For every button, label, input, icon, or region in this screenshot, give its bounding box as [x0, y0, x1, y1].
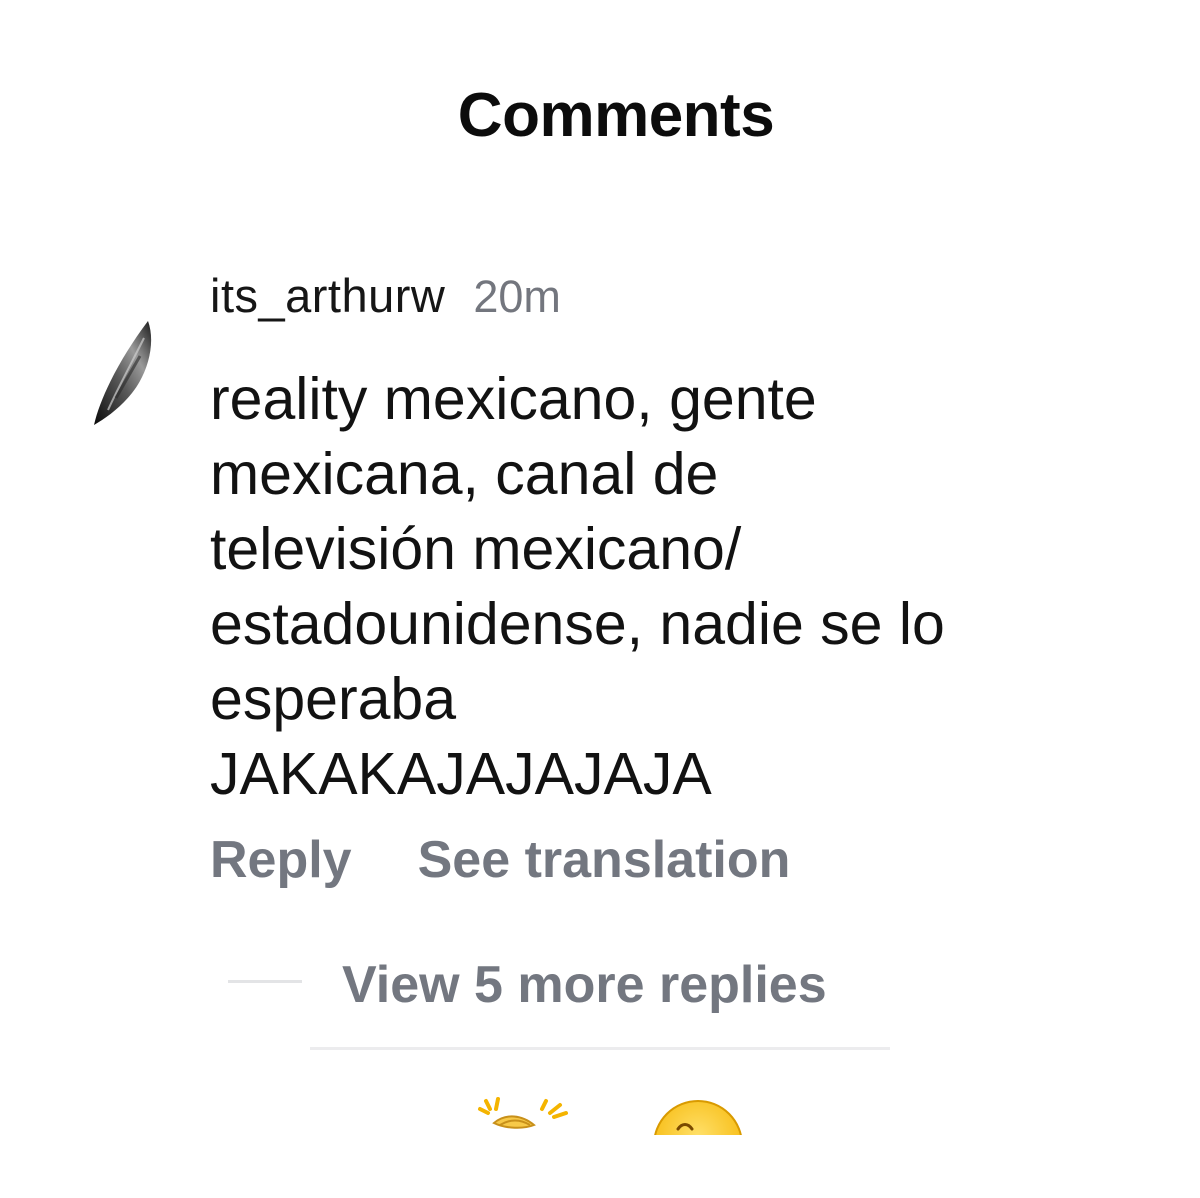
comment-text: reality mexicano, gente mexicana, canal …: [210, 366, 945, 807]
comment-timestamp: 20m: [473, 271, 561, 322]
replies-line-icon: [228, 979, 302, 983]
smiley-face-icon[interactable]: [650, 1095, 746, 1135]
comment-username[interactable]: its_arthurw: [210, 269, 445, 322]
comment-meta: its_arthurw 20m: [210, 268, 561, 323]
clapping-hands-icon[interactable]: [476, 1095, 572, 1135]
comment-actions: Reply See translation: [210, 830, 790, 890]
divider: [310, 1047, 890, 1050]
see-translation-button[interactable]: See translation: [418, 830, 791, 890]
view-more-replies-button[interactable]: View 5 more replies: [228, 955, 827, 1015]
avatar-feather-icon: [94, 321, 152, 425]
reply-button[interactable]: Reply: [210, 830, 352, 890]
view-more-replies-label: View 5 more replies: [342, 956, 827, 1014]
emoji-reaction-bar: [0, 1095, 1200, 1135]
page-title: Comments: [457, 81, 775, 150]
avatar[interactable]: [90, 318, 156, 428]
